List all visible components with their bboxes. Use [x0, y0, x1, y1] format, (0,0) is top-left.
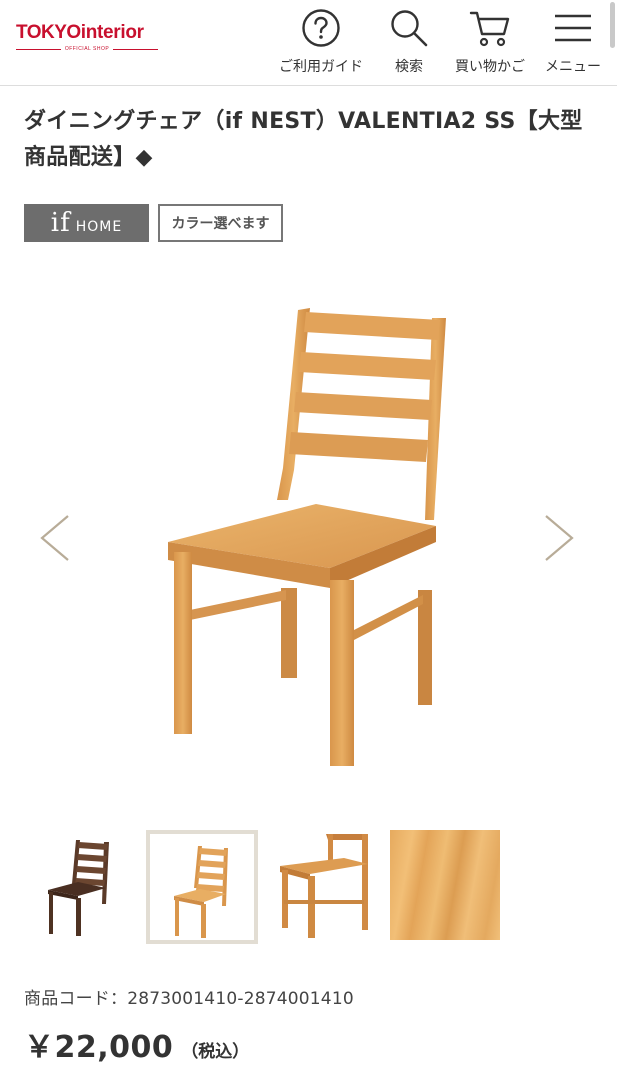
nav-cart-button[interactable]: 買い物かご	[449, 8, 531, 76]
natural-chair-thumbnail-image	[174, 846, 228, 938]
carousel-next-button[interactable]	[540, 510, 580, 566]
product-title: ダイニングチェア（if NEST）VALENTIA2 SS【大型商品配送】◆	[24, 109, 583, 170]
wood-texture-image	[390, 830, 500, 940]
scrollbar[interactable]	[610, 2, 615, 48]
price-row: ￥22,000 （税込）	[24, 1022, 249, 1066]
nav-guide-label: ご利用ガイド	[279, 59, 363, 75]
chevron-right-icon	[545, 515, 574, 561]
nav-search-button[interactable]: 検索	[383, 8, 435, 76]
site-header: TOKYOinterior OFFICIAL SHOP ご利用ガイド 検索 買い…	[0, 0, 617, 86]
cart-icon	[469, 11, 510, 47]
nav-guide-button[interactable]: ご利用ガイド	[273, 8, 369, 76]
nav-search-label: 検索	[395, 59, 423, 75]
site-logo[interactable]: TOKYOinterior OFFICIAL SHOP	[16, 22, 159, 52]
help-icon	[302, 9, 340, 47]
search-icon	[391, 10, 428, 47]
chevron-left-icon	[40, 515, 69, 561]
if-home-brand-badge[interactable]: if HOME	[24, 204, 149, 242]
thumbnail-strip	[0, 830, 617, 946]
thumbnail-natural-chair-selected[interactable]	[146, 830, 258, 944]
thumbnail-chair-side-view[interactable]	[270, 830, 382, 944]
nav-cart-label: 買い物かご	[455, 59, 525, 75]
main-product-image[interactable]	[140, 290, 480, 790]
nav-menu-button[interactable]: メニュー	[540, 8, 606, 76]
badge-home-text: HOME	[75, 219, 123, 235]
hamburger-menu-icon	[555, 14, 591, 42]
logo-subtitle: OFFICIAL SHOP	[64, 46, 110, 52]
badge-if-text: if	[50, 208, 71, 238]
nav-menu-label: メニュー	[545, 59, 601, 75]
chair-image	[168, 308, 446, 766]
tax-included-label: （税込）	[181, 1042, 250, 1062]
dark-chair-thumbnail-image	[48, 840, 109, 936]
logo-wordmark: TOKYOinterior	[16, 22, 144, 43]
product-code: 商品コード：2873001410-2874001410	[24, 989, 354, 1009]
color-selectable-badge: カラー選べます	[158, 204, 283, 242]
thumbnail-dark-chair[interactable]	[34, 830, 146, 944]
side-view-chair-thumbnail-image	[280, 834, 368, 938]
product-price: ￥22,000	[24, 1030, 174, 1065]
thumbnail-wood-texture[interactable]	[390, 830, 502, 944]
carousel-prev-button[interactable]	[34, 510, 74, 566]
